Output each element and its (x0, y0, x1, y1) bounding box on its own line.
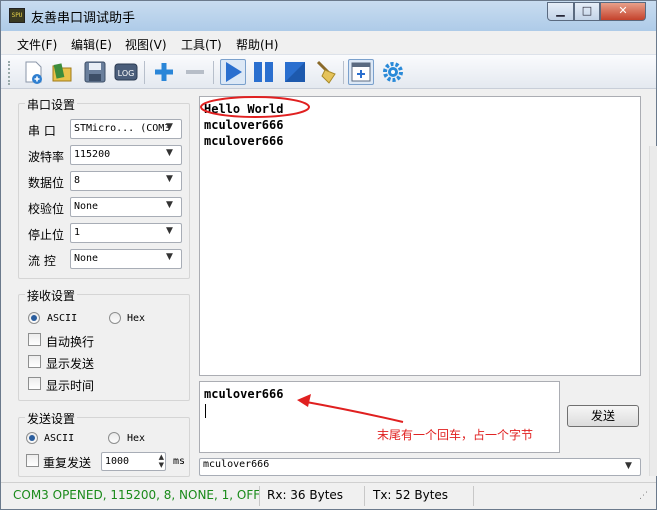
status-divider (259, 486, 260, 506)
status-divider (473, 486, 474, 506)
arrow-head (297, 394, 311, 407)
status-divider (364, 486, 365, 506)
annotation-overlay (200, 96, 404, 423)
rx-count: Rx: 36 Bytes (267, 488, 344, 502)
status-bar: COM3 OPENED, 115200, 8, NONE, 1, OFF Rx:… (1, 482, 656, 509)
tx-count: Tx: 52 Bytes (373, 488, 449, 502)
connection-status: COM3 OPENED, 115200, 8, NONE, 1, OFF (13, 488, 261, 502)
annotation-text: 末尾有一个回车，占一个字节 (377, 428, 534, 442)
app-window: SPU 友善串口调试助手 ▁ □ ✕ 文件(F) 编辑(E) 视图(V) 工具(… (0, 0, 657, 510)
highlight-ellipse (200, 96, 310, 118)
annotation-arrow (300, 400, 404, 423)
resize-grip-icon[interactable]: ⋰ (639, 491, 648, 501)
